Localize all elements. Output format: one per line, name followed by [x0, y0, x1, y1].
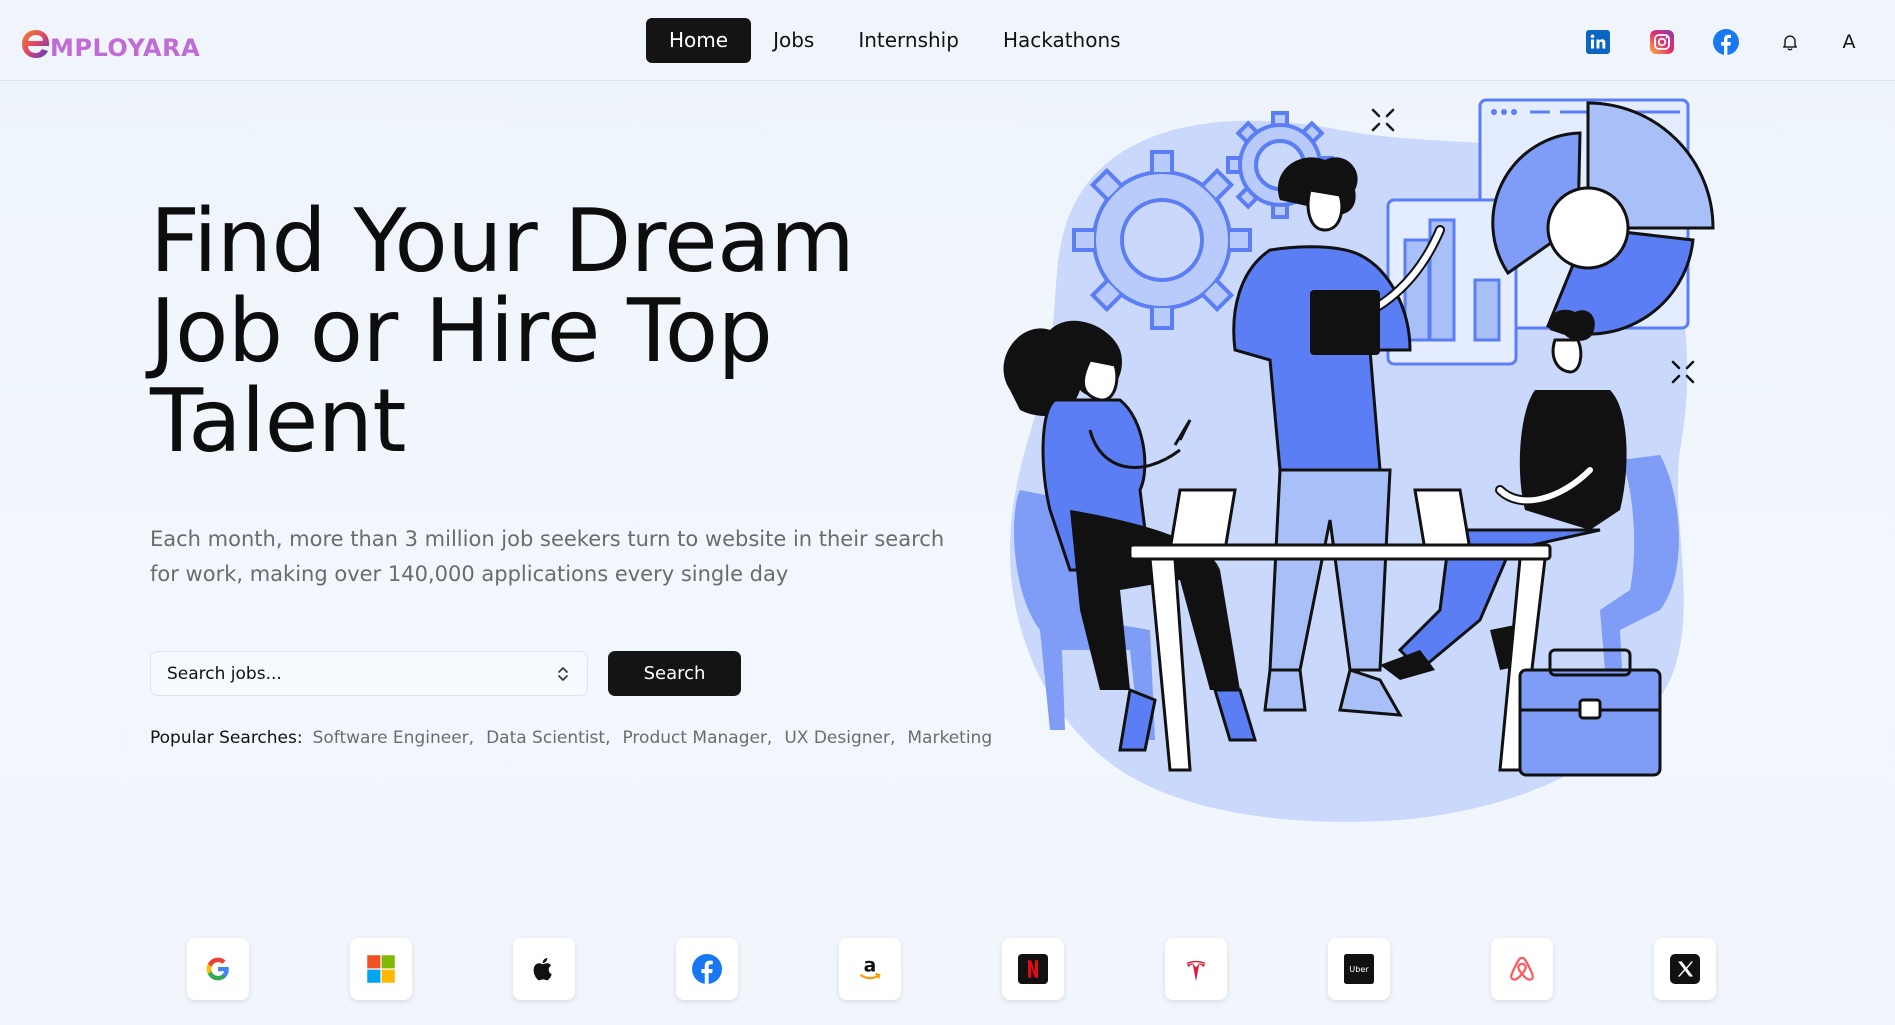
netflix-icon — [1018, 954, 1048, 984]
airbnb-icon — [1510, 956, 1534, 981]
nav-hackathons[interactable]: Hackathons — [981, 18, 1143, 63]
nav-internship[interactable]: Internship — [836, 18, 981, 63]
navbar: MPLOYARA Home Jobs Internship Hackathons… — [0, 0, 1895, 81]
google-icon — [206, 957, 229, 981]
popular-item-software-engineer[interactable]: Software Engineer, — [313, 728, 474, 748]
search-field[interactable] — [150, 651, 588, 696]
facebook-logo-card[interactable] — [676, 938, 738, 1000]
tesla-icon — [1186, 960, 1206, 982]
x-icon — [1670, 954, 1700, 984]
brand-e-icon — [22, 30, 50, 58]
popular-item-product-manager[interactable]: Product Manager, — [622, 728, 772, 748]
popular-searches: Popular Searches: Software Engineer, Dat… — [150, 728, 1004, 748]
chevron-up-down-icon[interactable] — [555, 664, 571, 684]
tesla-logo-card[interactable] — [1165, 938, 1227, 1000]
search-input[interactable] — [167, 663, 555, 684]
nav-jobs[interactable]: Jobs — [751, 18, 836, 63]
apple-logo-card[interactable] — [513, 938, 575, 1000]
popular-label: Popular Searches: — [150, 728, 303, 748]
nav-home[interactable]: Home — [646, 18, 752, 63]
facebook-icon[interactable] — [1711, 27, 1741, 57]
nav-right: A — [1583, 22, 1895, 62]
bell-icon[interactable] — [1775, 27, 1805, 57]
microsoft-logo-card[interactable] — [350, 938, 412, 1000]
hero-subtitle: Each month, more than 3 million job seek… — [150, 527, 945, 586]
popular-item-ux-designer[interactable]: UX Designer, — [784, 728, 895, 748]
brand-name: MPLOYARA — [50, 34, 201, 62]
amazon-logo-card[interactable]: a — [839, 938, 901, 1000]
netflix-logo-card[interactable] — [1002, 938, 1064, 1000]
svg-text:Uber: Uber — [1349, 964, 1369, 974]
avatar[interactable]: A — [1829, 22, 1869, 62]
google-logo-card[interactable] — [187, 938, 249, 1000]
brand-logo[interactable]: MPLOYARA — [20, 24, 200, 64]
popular-item-data-scientist[interactable]: Data Scientist, — [486, 728, 610, 748]
uber-icon: Uber — [1344, 954, 1374, 984]
hero-illustration — [1003, 98, 1715, 822]
company-logos: a Uber — [0, 938, 1895, 1002]
airbnb-logo-card[interactable] — [1491, 938, 1553, 1000]
uber-logo-card[interactable]: Uber — [1328, 938, 1390, 1000]
amazon-icon: a — [860, 956, 881, 980]
svg-text:a: a — [864, 956, 877, 977]
instagram-icon[interactable] — [1647, 27, 1677, 57]
microsoft-icon — [367, 955, 395, 983]
search-button[interactable]: Search — [608, 651, 741, 696]
hero-title: Find Your Dream Job or Hire Top Talent — [150, 190, 855, 472]
x-logo-card[interactable] — [1654, 938, 1716, 1000]
main-nav: Home Jobs Internship Hackathons — [646, 18, 1143, 63]
linkedin-icon[interactable] — [1583, 27, 1613, 57]
apple-icon — [533, 957, 552, 981]
facebook-icon — [692, 954, 722, 984]
